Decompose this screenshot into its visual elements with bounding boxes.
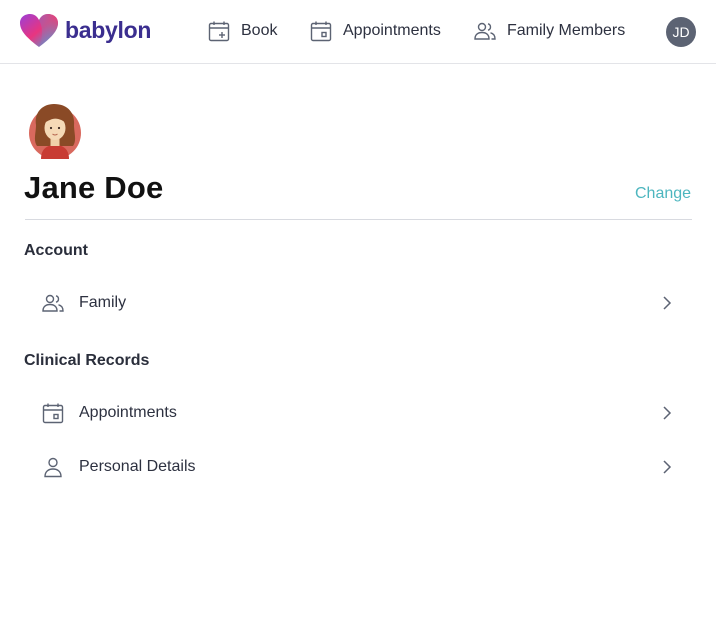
nav-family-members[interactable]: Family Members [473, 18, 625, 44]
nav-appointments-label: Appointments [343, 22, 441, 39]
nav-book-label: Book [241, 22, 278, 39]
chevron-right-icon [663, 296, 672, 310]
heart-logo-icon [20, 14, 58, 47]
babylon-logo[interactable]: babylon [19, 13, 151, 49]
people-icon [42, 294, 64, 312]
list-item-label: Family [79, 294, 127, 311]
brand-wordmark: babylon [65, 16, 152, 43]
profile-divider [25, 219, 692, 220]
nav-family-members-label: Family Members [507, 22, 626, 39]
list-item-family[interactable]: Family [24, 281, 691, 325]
person-icon [44, 457, 62, 478]
calendar-icon [310, 21, 332, 42]
change-profile-link[interactable]: Change [635, 185, 691, 203]
list-item-label: Personal Details [79, 458, 196, 475]
list-item-personal-details[interactable]: Personal Details [24, 445, 691, 489]
people-icon [474, 22, 496, 40]
nav-appointments[interactable]: Appointments [309, 18, 441, 44]
calendar-plus-icon [208, 21, 230, 42]
calendar-icon [42, 403, 64, 424]
user-menu-avatar[interactable]: JD [666, 17, 696, 47]
chevron-right-icon [663, 406, 672, 420]
top-navigation-bar: babylon Book Appointments Family Members… [0, 0, 716, 64]
profile-name: Jane Doe [24, 170, 164, 205]
list-item-label: Appointments [79, 404, 177, 421]
section-title-clinical-records: Clinical Records [24, 352, 150, 369]
profile-avatar [29, 104, 81, 159]
list-item-appointments[interactable]: Appointments [24, 391, 691, 435]
nav-book[interactable]: Book [207, 18, 277, 44]
chevron-right-icon [663, 460, 672, 474]
section-title-account: Account [24, 242, 88, 259]
